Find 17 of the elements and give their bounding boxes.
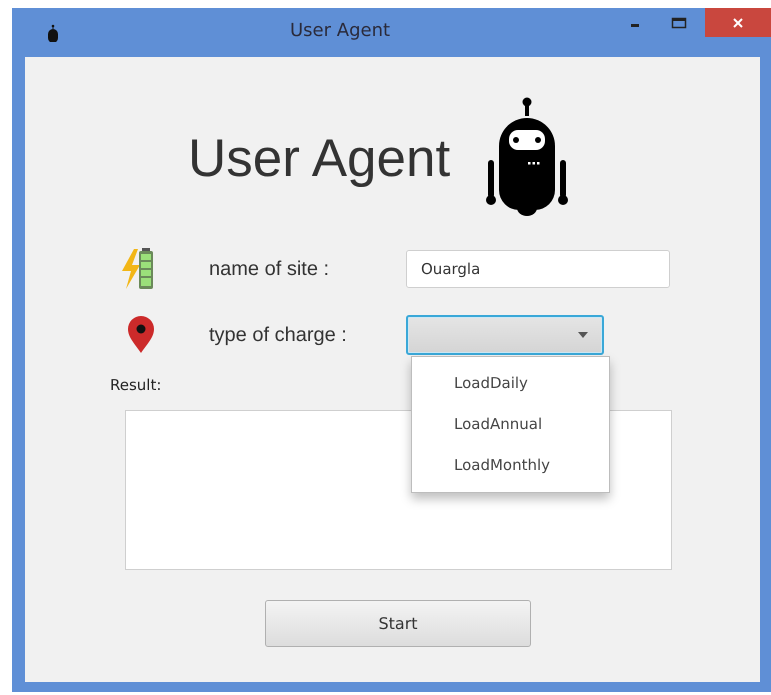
app-heading: User Agent (188, 128, 450, 188)
field-label: name of site : (209, 258, 330, 280)
menu-item[interactable]: LoadDaily (412, 363, 609, 404)
caret-icon (578, 332, 588, 338)
dropdown[interactable] (406, 315, 604, 355)
input-field[interactable]: Ouargla (406, 250, 670, 288)
menu-item[interactable]: LoadMonthly (412, 445, 609, 486)
menu-item[interactable]: LoadAnnual (412, 404, 609, 445)
start-button[interactable]: Start (265, 600, 531, 647)
close-icon (732, 16, 744, 28)
robot-icon (46, 24, 60, 42)
minimize-icon (631, 24, 639, 27)
window-title: User Agent (290, 20, 390, 41)
robot-icon (485, 96, 570, 216)
field-label: type of charge : (209, 324, 348, 346)
result-label: Result: (110, 376, 162, 394)
maximize-icon (671, 16, 687, 28)
